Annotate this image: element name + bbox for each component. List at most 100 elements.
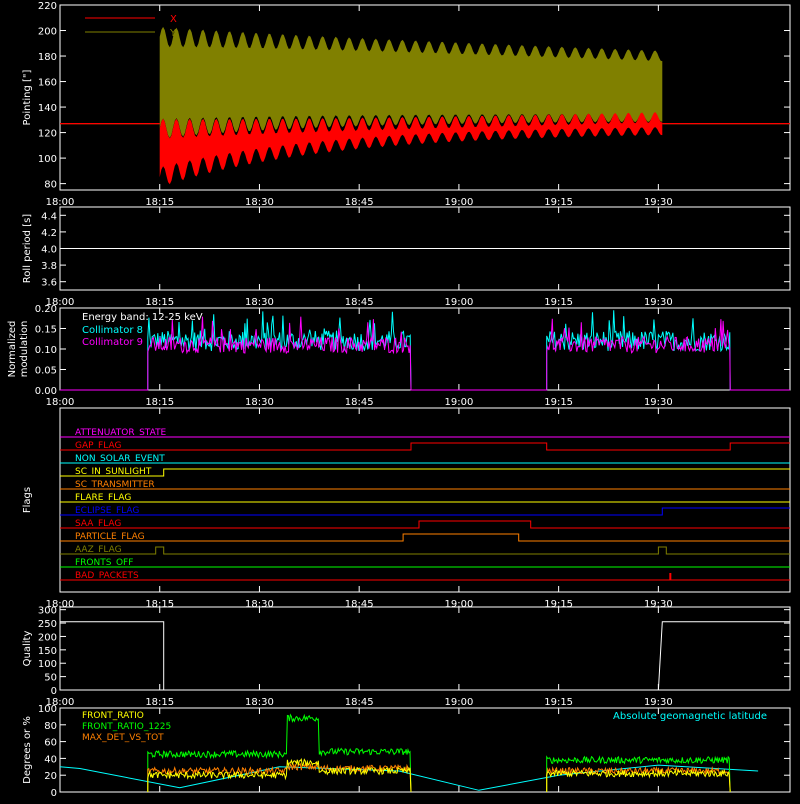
y-tick-label: 140	[38, 103, 57, 114]
y-tick-label: 100	[38, 659, 57, 670]
y-tick-label: 80	[44, 180, 57, 191]
legend-label-front-ratio-1225: FRONT_RATIO_1225	[82, 722, 171, 732]
y-tick-label: 40	[44, 754, 57, 765]
legend-title: Energy band: 12-25 keV	[82, 312, 203, 323]
y-tick-label: 160	[38, 78, 57, 89]
y-tick-label: 100	[38, 154, 57, 165]
figure: 80 100 120 140 160 180 200 220 Pointing ["] 18:00…	[0, 0, 800, 800]
flag-label-bad-packets: BAD_PACKETS	[75, 571, 139, 581]
y-tick-label: 4.4	[41, 211, 57, 222]
y-tick-label: 0.20	[35, 304, 57, 315]
series-front-ratio-1225-segment	[546, 755, 731, 793]
x-tick-label: 18:45	[345, 397, 374, 408]
y-tick-label: 20	[44, 771, 57, 782]
x-tick-label: 19:15	[544, 297, 573, 308]
flag-label-non-solar-event: NON_SOLAR_EVENT	[75, 454, 165, 464]
x-tick-label: 18:00	[46, 397, 75, 408]
x-tick-label: 18:15	[145, 697, 174, 708]
flag-line-aaz-flag	[60, 546, 790, 555]
x-tick-label: 19:15	[544, 397, 573, 408]
y-tick-label: 120	[38, 129, 57, 140]
y-tick-label: 0.00	[35, 386, 57, 397]
y-tick-label: 80	[44, 721, 57, 732]
flag-line-gap-flag	[60, 442, 790, 451]
panel-frame	[59, 407, 791, 593]
y-tick-label: 4.0	[41, 245, 57, 256]
x-tick-label: 19:15	[544, 697, 573, 708]
y-tick-label: 3.8	[41, 261, 57, 272]
x-tick-label: 18:45	[345, 697, 374, 708]
legend-label-x: X	[170, 14, 177, 25]
flag-label-sc-in-sunlight: SC_IN_SUNLIGHT	[75, 467, 152, 477]
series-front-ratio-segment	[546, 768, 731, 793]
x-tick-label: 18:30	[245, 397, 274, 408]
y-tick-label: 100	[38, 704, 57, 715]
chart-canvas: 80100120140160180200220Pointing ["]18:00…	[7, 1, 791, 799]
y-axis-label: Pointing ["]	[22, 69, 33, 125]
y-tick-label: 180	[38, 52, 57, 63]
x-tick-label: 19:00	[444, 197, 473, 208]
flag-line-saa-flag	[60, 520, 790, 529]
x-tick-label: 19:30	[644, 197, 673, 208]
y-tick-label: 200	[38, 632, 57, 643]
flag-label-attenuator-state: ATTENUATOR_STATE	[75, 428, 167, 438]
legend-label-front-ratio: FRONT_RATIO	[82, 711, 144, 721]
flag-line-eclipse-flag	[60, 507, 790, 516]
quality-line	[60, 621, 790, 691]
y-tick-label: 0.10	[35, 345, 57, 356]
y-axis-label: Quality	[22, 631, 33, 667]
y-tick-label: 60	[44, 738, 57, 749]
y-tick-label: 50	[44, 673, 57, 684]
x-tick-label: 19:15	[544, 197, 573, 208]
flag-label-eclipse-flag: ECLIPSE_FLAG	[75, 506, 139, 516]
y-tick-label: 300	[38, 606, 57, 617]
y-tick-label: 200	[38, 27, 57, 38]
series-collimator-9	[60, 316, 790, 391]
x-tick-label: 19:00	[444, 697, 473, 708]
y-axis-label: Normalized	[7, 321, 18, 378]
y-axis-label: Roll period [s]	[22, 214, 33, 283]
x-tick-label: 18:30	[245, 697, 274, 708]
y-tick-label: 0	[51, 686, 57, 697]
y-tick-label: 0.05	[35, 366, 57, 377]
x-tick-label: 19:00	[444, 397, 473, 408]
legend-label-y: Y	[169, 28, 177, 39]
x-tick-label: 18:45	[345, 197, 374, 208]
x-tick-label: 18:30	[245, 197, 274, 208]
y-tick-label: 220	[38, 1, 57, 12]
panel-frame	[59, 606, 791, 691]
series-front-ratio-segment	[147, 758, 412, 793]
y-tick-label: 250	[38, 619, 57, 630]
y-axis-label: Degrees or %	[22, 716, 33, 784]
legend-label-max-det-vs-tot: MAX_DET_VS_TOT	[82, 733, 164, 743]
y-tick-label: 0	[51, 788, 57, 799]
legend-label-collimator-8: Collimator 8	[82, 325, 143, 336]
x-tick-label: 18:15	[145, 397, 174, 408]
flag-label-fronts-off: FRONTS_OFF	[75, 558, 133, 568]
flag-label-flare-flag: FLARE_FLAG	[75, 493, 131, 503]
flag-label-sc-transmitter: SC_TRANSMITTER	[75, 480, 155, 490]
y-axis-label: modulation	[19, 321, 30, 378]
x-tick-label: 18:30	[245, 297, 274, 308]
annotation-geomagnetic-latitude: Absolute geomagnetic latitude	[613, 711, 767, 722]
y-tick-label: 150	[38, 646, 57, 657]
flag-label-aaz-flag: AAZ_FLAG	[75, 545, 122, 555]
legend-label-collimator-9: Collimator 9	[82, 337, 143, 348]
y-tick-label: 4.2	[41, 228, 57, 239]
x-tick-label: 18:00	[46, 197, 75, 208]
flag-label-saa-flag: SAA_FLAG	[75, 519, 121, 529]
flag-label-particle-flag: PARTICLE_FLAG	[75, 532, 145, 542]
x-tick-label: 18:15	[145, 197, 174, 208]
flag-label-gap-flag: GAP_FLAG	[75, 441, 121, 451]
x-tick-label: 18:15	[145, 297, 174, 308]
flag-line-particle-flag	[60, 533, 790, 542]
x-tick-label: 19:00	[444, 297, 473, 308]
series-front-ratio-1225-segment	[147, 713, 412, 793]
x-tick-label: 19:30	[644, 397, 673, 408]
y-axis-label: Flags	[22, 487, 33, 513]
x-tick-label: 19:30	[644, 297, 673, 308]
flag-line-sc-in-sunlight	[60, 468, 790, 477]
x-tick-label: 18:45	[345, 297, 374, 308]
y-tick-label: 3.6	[41, 278, 57, 289]
y-tick-label: 0.15	[35, 325, 57, 336]
